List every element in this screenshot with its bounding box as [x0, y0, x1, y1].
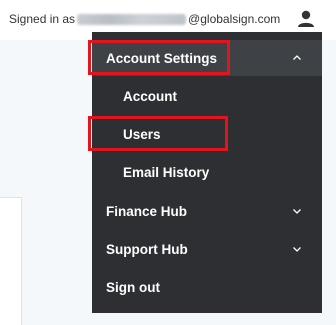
email-domain: @globalsign.com: [188, 12, 281, 26]
chevron-up-icon: [293, 55, 301, 60]
sign-out-label: Sign out: [106, 279, 160, 295]
menu-item-finance-hub[interactable]: Finance Hub: [92, 193, 322, 229]
content-card: [0, 197, 22, 325]
chevron-down-icon: [293, 209, 301, 214]
support-hub-label: Support Hub: [106, 241, 188, 257]
user-icon-graphic: [298, 10, 314, 27]
account-dropdown-menu: Account Settings Account Users Email His…: [92, 32, 322, 313]
signed-in-prefix: Signed in as: [9, 12, 76, 26]
chevron-down-icon: [293, 247, 301, 252]
account-settings-label: Account Settings: [106, 50, 218, 66]
user-icon[interactable]: [296, 9, 316, 29]
email-history-label: Email History: [123, 164, 210, 180]
users-label: Users: [123, 126, 161, 142]
redacted-username: [77, 13, 187, 25]
menu-item-support-hub[interactable]: Support Hub: [92, 231, 322, 267]
menu-item-account[interactable]: Account: [92, 79, 322, 113]
finance-hub-label: Finance Hub: [106, 203, 188, 219]
menu-item-account-settings[interactable]: Account Settings: [92, 40, 322, 76]
account-label: Account: [123, 88, 177, 104]
menu-item-sign-out[interactable]: Sign out: [92, 269, 322, 305]
menu-item-users[interactable]: Users: [92, 117, 322, 151]
menu-item-email-history[interactable]: Email History: [92, 155, 322, 189]
signed-in-text: Signed in as @globalsign.com: [9, 12, 280, 26]
